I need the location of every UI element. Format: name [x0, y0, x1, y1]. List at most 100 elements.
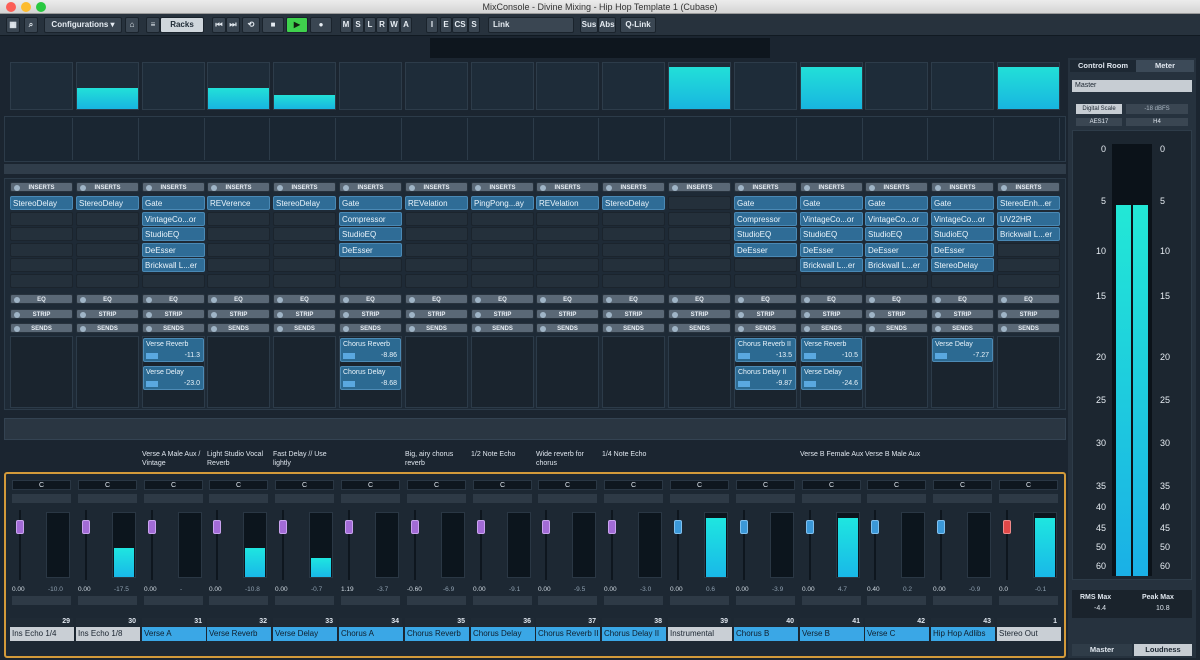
volume-value[interactable]: 0.00 — [144, 586, 157, 593]
pan-control[interactable]: C — [736, 480, 795, 490]
racks-button[interactable]: Racks — [160, 17, 204, 33]
channel-name[interactable]: Chorus B — [734, 627, 799, 641]
eq-curve-thumbnail[interactable] — [931, 118, 994, 160]
pan-control[interactable]: C — [933, 480, 992, 490]
channel-name[interactable]: Chorus Delay II — [602, 627, 667, 641]
empty-insert-slot[interactable] — [536, 211, 599, 226]
eq-header[interactable]: EQ — [76, 294, 139, 304]
empty-insert-slot[interactable] — [273, 258, 336, 272]
empty-insert-slot[interactable] — [76, 273, 139, 288]
channel-name[interactable]: Ins Echo 1/8 — [76, 627, 141, 641]
power-icon[interactable] — [935, 311, 941, 318]
automation-buttons[interactable] — [341, 596, 400, 605]
power-icon[interactable] — [606, 185, 612, 191]
eq-curve-thumbnail[interactable] — [207, 118, 270, 160]
empty-insert-slot[interactable] — [536, 242, 599, 257]
empty-insert-slot[interactable] — [668, 196, 731, 210]
automation-buttons[interactable] — [867, 596, 926, 605]
power-icon[interactable] — [146, 326, 152, 332]
empty-insert-slot[interactable] — [536, 227, 599, 241]
inserts-header[interactable]: INSERTS — [931, 182, 994, 192]
volume-value[interactable]: 0.00 — [473, 586, 486, 593]
insert-slot[interactable]: StudioEQ — [931, 227, 994, 241]
search-icon[interactable]: ⌕ — [24, 17, 38, 33]
eq-header[interactable]: EQ — [536, 294, 599, 304]
power-icon[interactable] — [804, 185, 810, 191]
insert-slot[interactable]: VintageCo...or — [865, 211, 928, 226]
empty-insert-slot[interactable] — [207, 258, 270, 272]
automation-buttons[interactable] — [78, 596, 137, 605]
power-icon[interactable] — [869, 311, 875, 318]
sends-header[interactable]: SENDS — [273, 323, 336, 333]
eq-header[interactable]: EQ — [668, 294, 731, 304]
power-icon[interactable] — [935, 326, 941, 332]
volume-value[interactable]: 0.0 — [999, 586, 1008, 593]
channel-name[interactable]: Chorus Delay — [471, 627, 536, 641]
power-icon[interactable] — [935, 185, 941, 191]
power-icon[interactable] — [1001, 311, 1007, 318]
inserts-header[interactable]: INSERTS — [339, 182, 402, 192]
power-icon[interactable] — [804, 297, 810, 303]
insert-slot[interactable]: StudioEQ — [865, 227, 928, 241]
eq-header[interactable]: EQ — [865, 294, 928, 304]
power-icon[interactable] — [672, 311, 678, 318]
solo-all-button[interactable]: S — [352, 17, 364, 33]
inserts-header[interactable]: INSERTS — [405, 182, 468, 192]
pan-control[interactable]: C — [275, 480, 334, 490]
power-icon[interactable] — [606, 311, 612, 318]
empty-insert-slot[interactable] — [865, 273, 928, 288]
insert-slot[interactable]: UV22HR — [997, 211, 1060, 226]
bypass-inserts-button[interactable]: I — [426, 17, 438, 33]
zoom-window-icon[interactable] — [36, 2, 46, 12]
power-icon[interactable] — [672, 326, 678, 332]
empty-insert-slot[interactable] — [602, 242, 665, 257]
volume-fader[interactable] — [16, 520, 24, 534]
automation-buttons[interactable] — [802, 596, 861, 605]
channel-button-row[interactable] — [275, 494, 334, 503]
sends-header[interactable]: SENDS — [207, 323, 270, 333]
channel-button-row[interactable] — [999, 494, 1058, 503]
power-icon[interactable] — [1001, 326, 1007, 332]
send-level-bar[interactable] — [146, 381, 158, 387]
channel-button-row[interactable] — [933, 494, 992, 503]
go-to-start-icon[interactable]: ⏮ — [212, 17, 226, 33]
empty-insert-slot[interactable] — [273, 211, 336, 226]
eq-header[interactable]: EQ — [931, 294, 994, 304]
sends-header[interactable]: SENDS — [339, 323, 402, 333]
channel-button-row[interactable] — [736, 494, 795, 503]
empty-insert-slot[interactable] — [405, 242, 468, 257]
volume-value[interactable]: 1.19 — [341, 586, 354, 593]
channel-name[interactable]: Verse A — [142, 627, 207, 641]
empty-insert-slot[interactable] — [668, 258, 731, 272]
eq-curve-thumbnail[interactable] — [76, 118, 139, 160]
channel-name[interactable]: Instrumental — [668, 627, 733, 641]
power-icon[interactable] — [869, 297, 875, 303]
insert-slot[interactable]: DeEsser — [734, 242, 797, 257]
volume-value[interactable]: 0.00 — [538, 586, 551, 593]
dbfs-field[interactable]: -18 dBFS — [1126, 104, 1188, 114]
link-dropdown[interactable]: Link — [488, 17, 574, 33]
power-icon[interactable] — [1001, 185, 1007, 191]
empty-insert-slot[interactable] — [10, 211, 73, 226]
eq-curve-thumbnail[interactable] — [734, 118, 797, 160]
inserts-header[interactable]: INSERTS — [865, 182, 928, 192]
sends-header[interactable]: SENDS — [602, 323, 665, 333]
strip-header[interactable]: STRIP — [142, 308, 205, 319]
power-icon[interactable] — [80, 326, 86, 332]
volume-fader[interactable] — [1003, 520, 1011, 534]
strip-header[interactable]: STRIP — [10, 308, 73, 319]
volume-fader[interactable] — [279, 520, 287, 534]
insert-slot[interactable]: REVelation — [405, 196, 468, 210]
insert-slot[interactable]: DeEsser — [800, 242, 863, 257]
send-level-bar[interactable] — [738, 381, 750, 387]
tab-control-room[interactable]: Control Room — [1070, 60, 1136, 72]
send-level-bar[interactable] — [738, 353, 750, 359]
eq-curve-thumbnail[interactable] — [273, 118, 336, 160]
meter-source-select[interactable]: Master — [1072, 80, 1192, 92]
insert-slot[interactable]: StereoDelay — [273, 196, 336, 210]
volume-value[interactable]: 0.00 — [209, 586, 222, 593]
send-level-bar[interactable] — [343, 381, 355, 387]
eq-curve-thumbnail[interactable] — [142, 118, 205, 160]
volume-fader[interactable] — [345, 520, 353, 534]
channel-button-row[interactable] — [670, 494, 729, 503]
